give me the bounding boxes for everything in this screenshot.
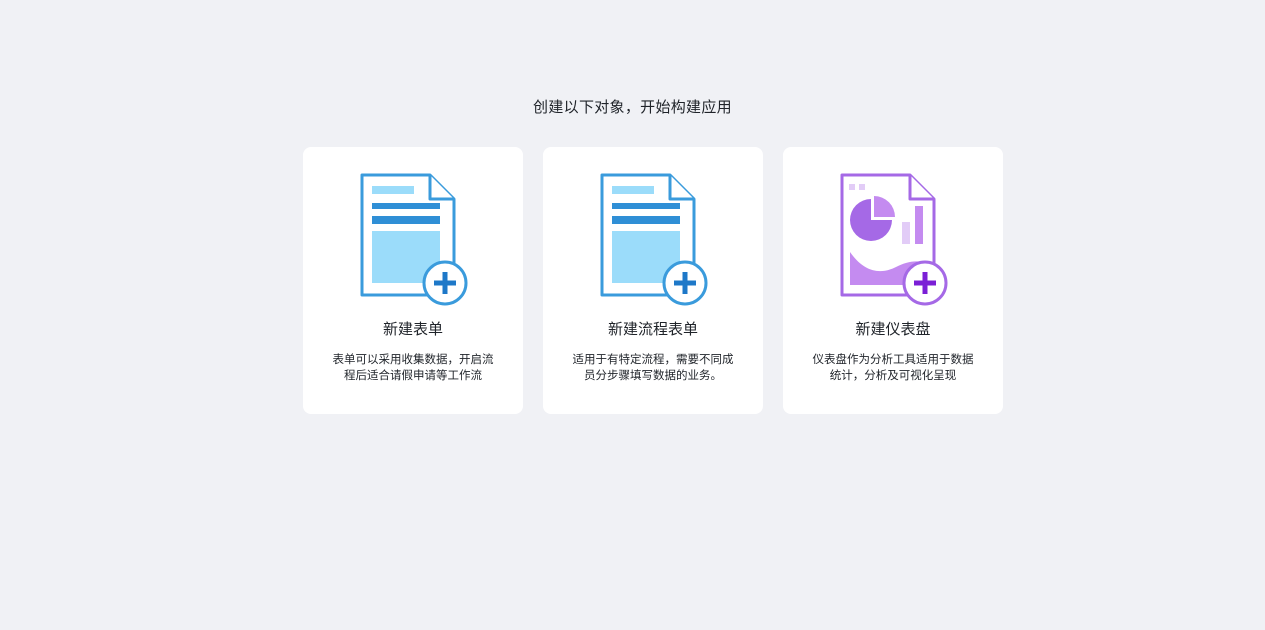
card-description: 仪表盘作为分析工具适用于数据统计，分析及可视化呈现: [812, 352, 974, 382]
card-title: 新建表单: [382, 320, 443, 338]
card-title: 新建仪表盘: [855, 320, 931, 338]
card-description: 表单可以采用收集数据，开启流程后适合请假申请等工作流: [332, 352, 494, 382]
dashboard-document-icon: [840, 173, 948, 306]
new-process-form-card[interactable]: 新建流程表单 适用于有特定流程，需要不同成员分步骤填写数据的业务。: [543, 147, 763, 414]
form-document-icon: [360, 173, 468, 306]
process-form-document-icon: [600, 173, 708, 306]
card-title: 新建流程表单: [607, 320, 698, 338]
new-dashboard-card[interactable]: 新建仪表盘 仪表盘作为分析工具适用于数据统计，分析及可视化呈现: [783, 147, 1003, 414]
new-form-card[interactable]: 新建表单 表单可以采用收集数据，开启流程后适合请假申请等工作流: [303, 147, 523, 414]
card-description: 适用于有特定流程，需要不同成员分步骤填写数据的业务。: [572, 352, 734, 382]
page-title: 创建以下对象，开始构建应用: [533, 98, 732, 116]
create-object-card-list: 新建表单 表单可以采用收集数据，开启流程后适合请假申请等工作流 新建流程表单 适…: [303, 147, 1003, 414]
